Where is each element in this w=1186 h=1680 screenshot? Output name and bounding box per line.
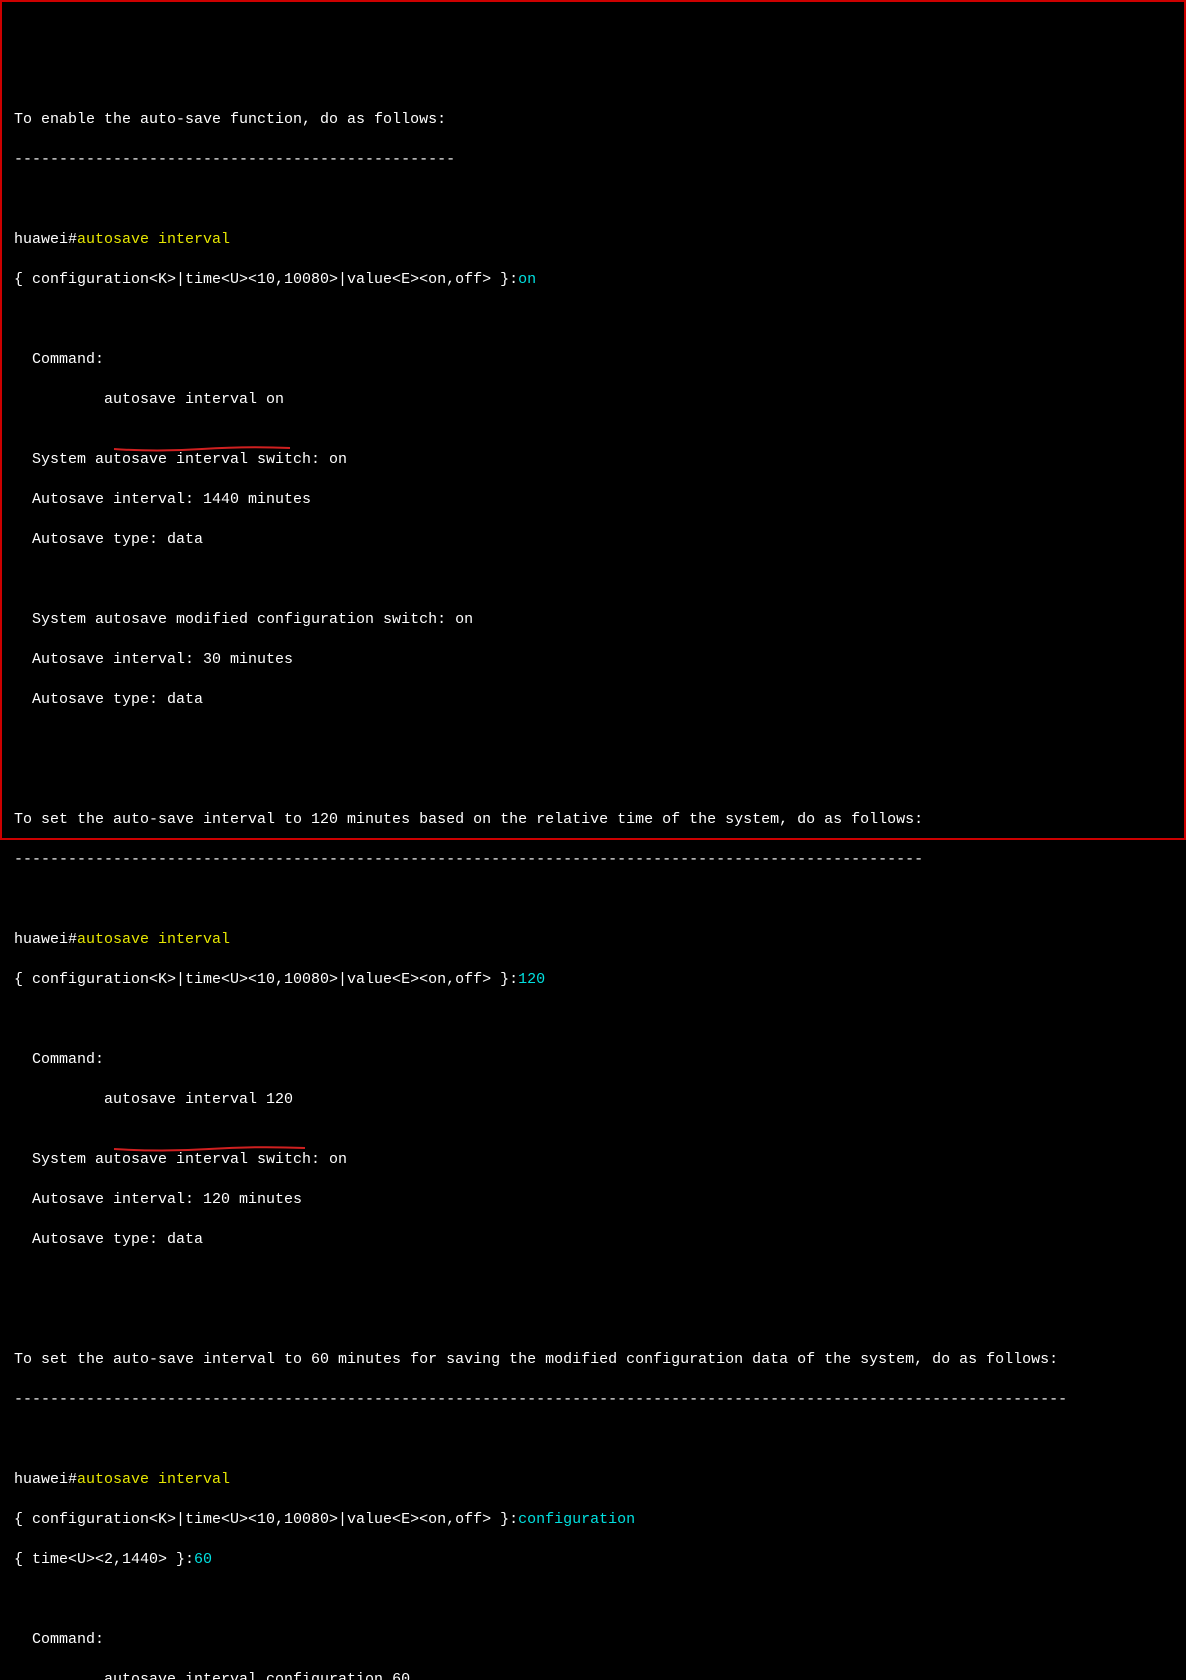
prompt-line: huawei#autosave interval xyxy=(14,1470,1172,1490)
blank-line xyxy=(14,1430,1172,1450)
prompt-command[interactable]: autosave interval xyxy=(77,1471,230,1488)
param-value[interactable]: on xyxy=(518,271,536,288)
param-line: { configuration<K>|time<U><10,10080>|val… xyxy=(14,270,1172,290)
output-line: System autosave modified configuration s… xyxy=(14,610,1172,630)
param-desc: { configuration<K>|time<U><10,10080>|val… xyxy=(14,971,518,988)
blank-line xyxy=(14,310,1172,330)
section-intro: To set the auto-save interval to 120 min… xyxy=(14,810,1172,830)
blank-line xyxy=(14,890,1172,910)
section-divider: ----------------------------------------… xyxy=(14,1390,1172,1410)
param-desc: { configuration<K>|time<U><10,10080>|val… xyxy=(14,1511,518,1528)
output-line: System autosave interval switch: on xyxy=(14,1150,1172,1170)
prompt-command[interactable]: autosave interval xyxy=(77,231,230,248)
command-echo: autosave interval 120 xyxy=(104,1091,293,1108)
section-divider: ----------------------------------------… xyxy=(14,150,1172,170)
prompt-command[interactable]: autosave interval xyxy=(77,931,230,948)
output-line: Autosave interval: 30 minutes xyxy=(14,650,1172,670)
command-header: Command: xyxy=(14,1050,1172,1070)
command-echo: autosave interval configuration 60 xyxy=(104,1671,410,1680)
blank-line xyxy=(14,1590,1172,1610)
param-line: { configuration<K>|time<U><10,10080>|val… xyxy=(14,1510,1172,1530)
command-echo-prefix xyxy=(14,1091,104,1108)
param-line: { time<U><2,1440> }:60 xyxy=(14,1550,1172,1570)
blank-line xyxy=(14,190,1172,210)
blank-line xyxy=(14,730,1172,750)
output-line: Autosave type: data xyxy=(14,690,1172,710)
section-intro: To set the auto-save interval to 60 minu… xyxy=(14,1350,1172,1370)
section-divider: ----------------------------------------… xyxy=(14,850,1172,870)
output-line: Autosave type: data xyxy=(14,530,1172,550)
param-desc: { time<U><2,1440> }: xyxy=(14,1551,194,1568)
param-value[interactable]: 120 xyxy=(518,971,545,988)
command-echo-prefix xyxy=(14,1671,104,1680)
command-header: Command: xyxy=(14,350,1172,370)
prompt-host: huawei# xyxy=(14,231,77,248)
blank-line xyxy=(14,1270,1172,1290)
param-value[interactable]: 60 xyxy=(194,1551,212,1568)
prompt-line: huawei#autosave interval xyxy=(14,230,1172,250)
section-intro: To enable the auto-save function, do as … xyxy=(14,110,1172,130)
command-echo-line: autosave interval 120 xyxy=(14,1090,1172,1130)
prompt-host: huawei# xyxy=(14,931,77,948)
output-line xyxy=(14,570,1172,590)
param-line: { configuration<K>|time<U><10,10080>|val… xyxy=(14,970,1172,990)
output-line: Autosave interval: 120 minutes xyxy=(14,1190,1172,1210)
blank-line xyxy=(14,1010,1172,1030)
output-line: Autosave type: data xyxy=(14,1230,1172,1250)
param-value[interactable]: configuration xyxy=(518,1511,635,1528)
command-echo-line: autosave interval on xyxy=(14,390,1172,430)
output-line: Autosave interval: 1440 minutes xyxy=(14,490,1172,510)
output-line: System autosave interval switch: on xyxy=(14,450,1172,470)
command-echo-line: autosave interval configuration 60 xyxy=(14,1670,1172,1680)
param-desc: { configuration<K>|time<U><10,10080>|val… xyxy=(14,271,518,288)
command-header: Command: xyxy=(14,1630,1172,1650)
command-echo-prefix xyxy=(14,391,104,408)
command-echo: autosave interval on xyxy=(104,391,284,408)
prompt-host: huawei# xyxy=(14,1471,77,1488)
prompt-line: huawei#autosave interval xyxy=(14,930,1172,950)
